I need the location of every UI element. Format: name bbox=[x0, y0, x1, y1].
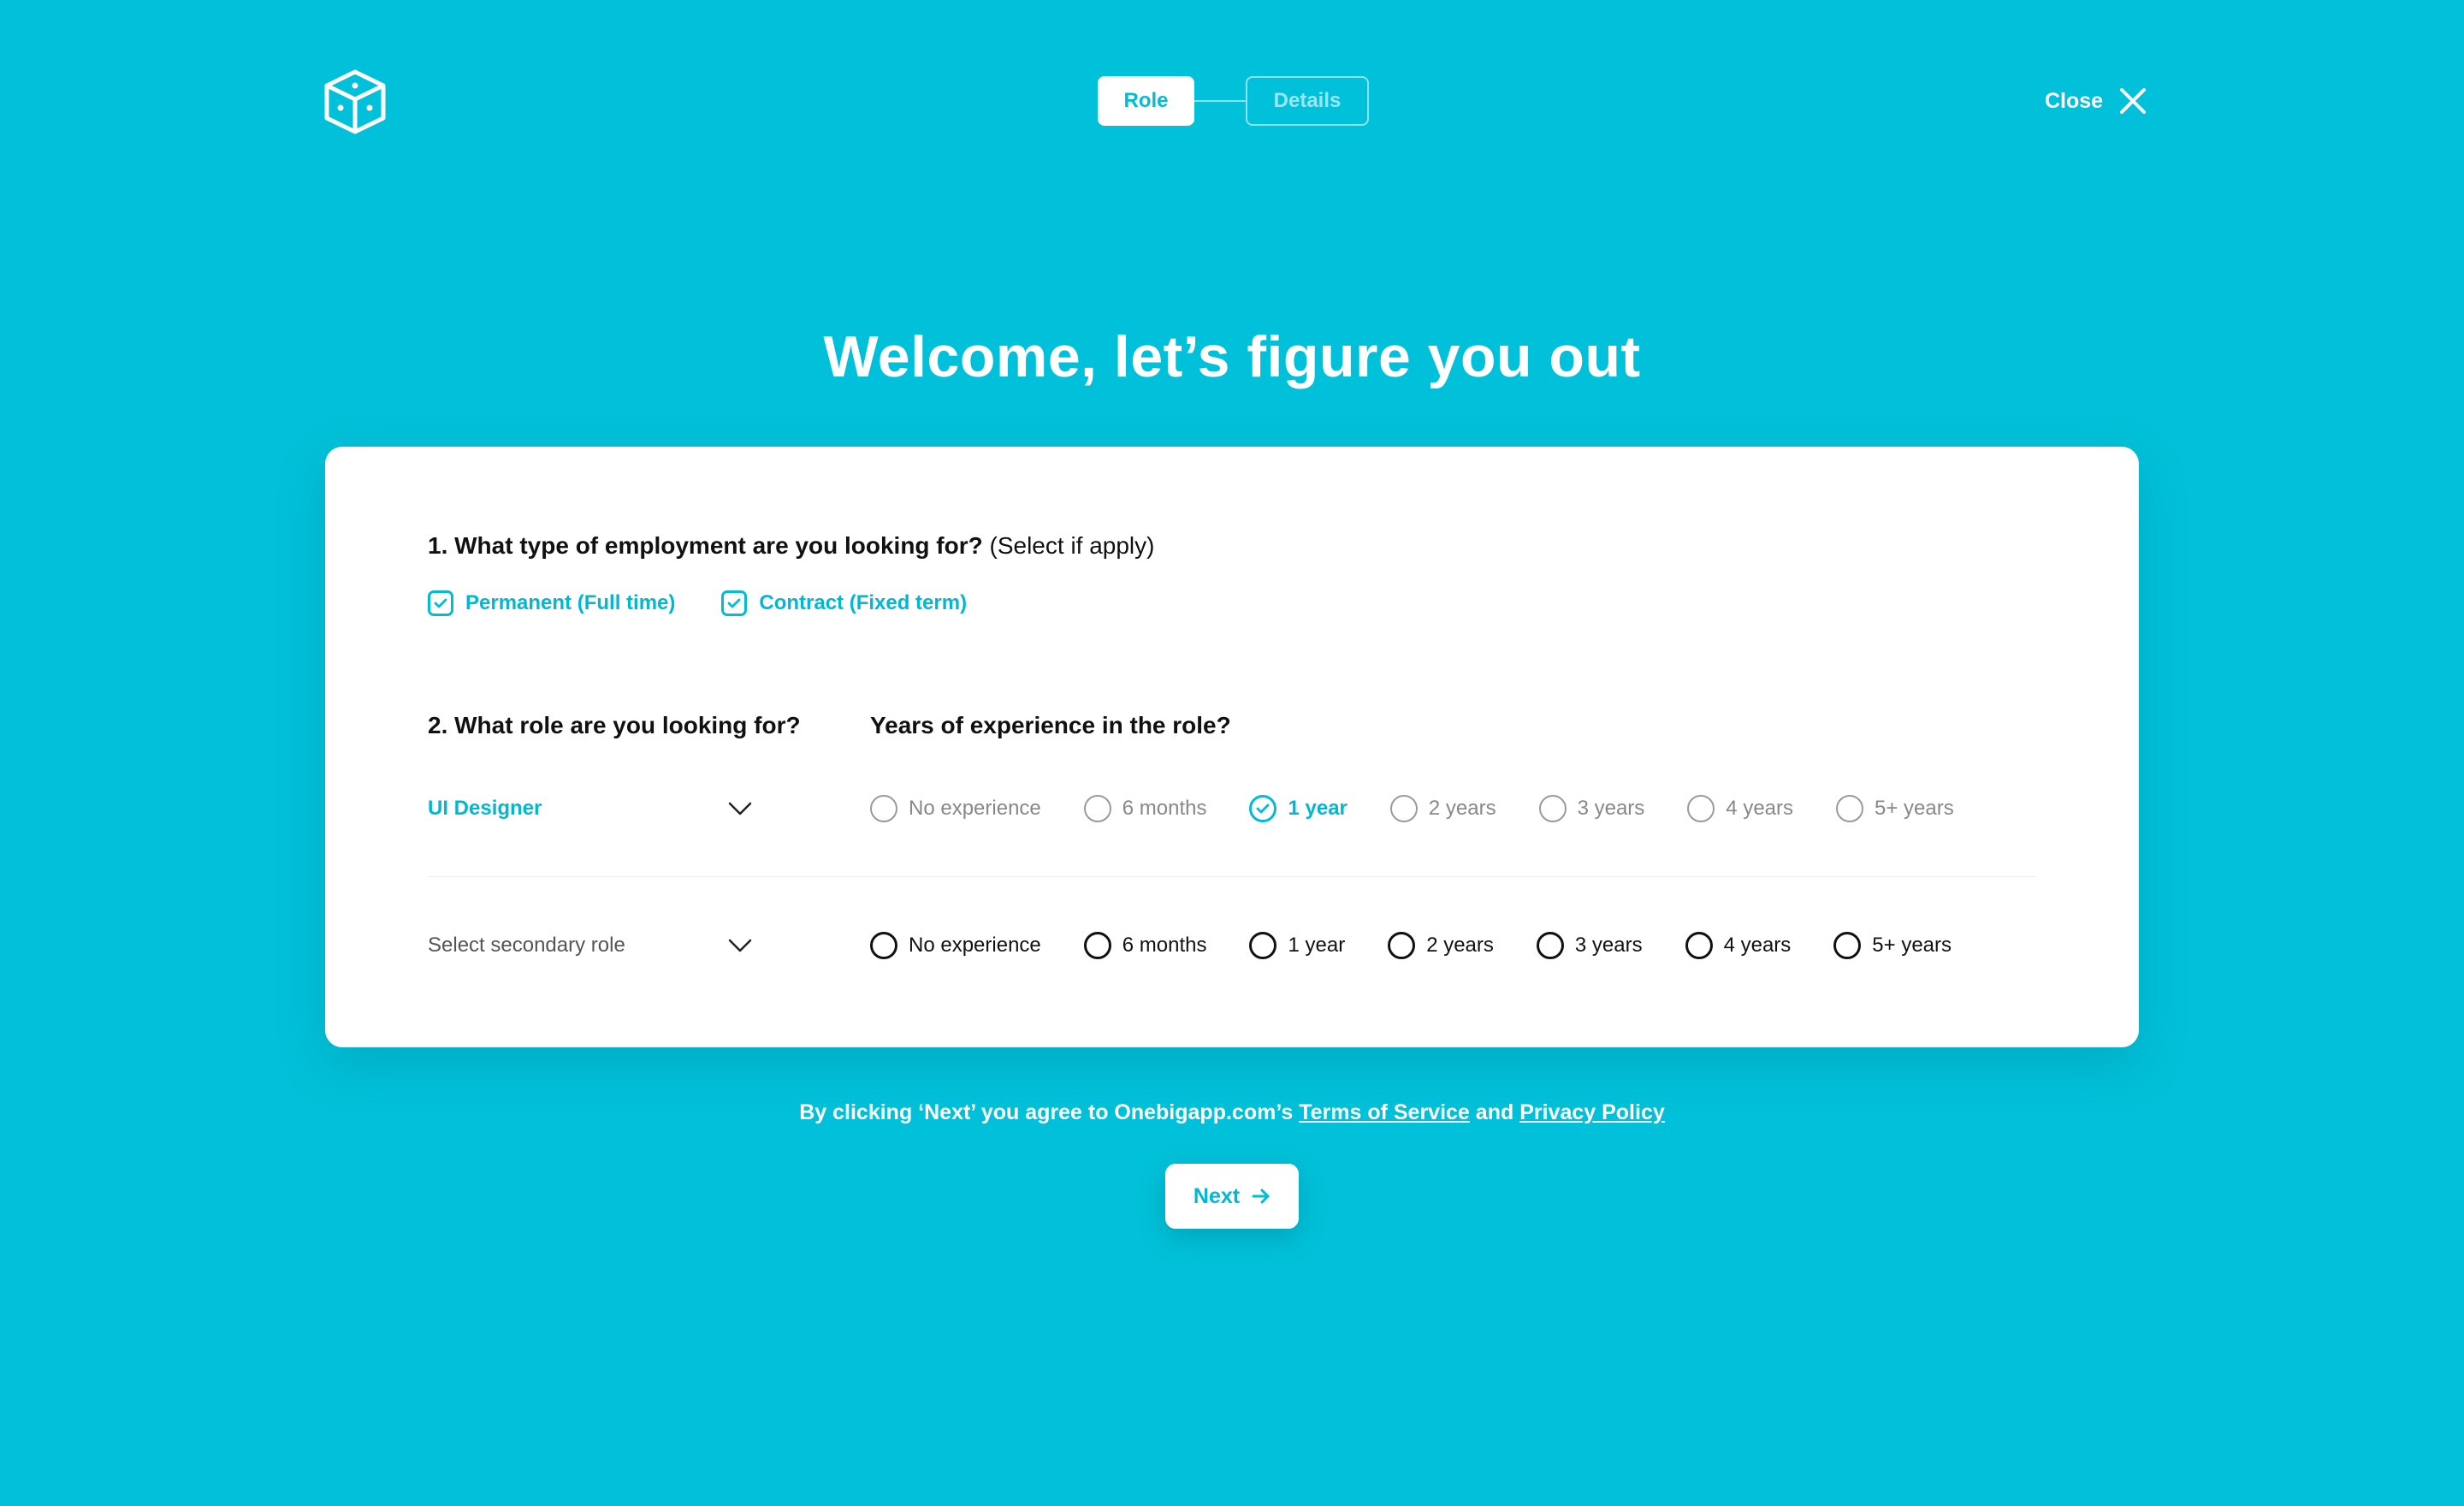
next-button-label: Next bbox=[1193, 1183, 1241, 1208]
secondary-experience-options: No experience 6 months 1 year 2 years 3 … bbox=[870, 924, 1952, 967]
step-role-label: Role bbox=[1123, 89, 1169, 112]
chevron-down-icon bbox=[728, 802, 752, 815]
checkbox-permanent[interactable]: Permanent (Full time) bbox=[428, 590, 675, 616]
primary-radio-5-plus-years[interactable]: 5+ years bbox=[1836, 795, 1954, 822]
radio-circle[interactable] bbox=[1389, 795, 1418, 822]
secondary-radio-1-year[interactable]: 1 year bbox=[1249, 932, 1345, 959]
radio-label: 4 years bbox=[1723, 934, 1792, 957]
checkbox-checked-icon[interactable] bbox=[428, 590, 453, 616]
primary-radio-no-experience[interactable]: No experience bbox=[870, 795, 1041, 822]
check-icon bbox=[1257, 803, 1270, 814]
page-title: Welcome, let’s figure you out bbox=[823, 324, 1641, 389]
secondary-radio-6-months[interactable]: 6 months bbox=[1083, 932, 1207, 959]
radio-circle[interactable] bbox=[1687, 795, 1715, 822]
question-employment-hint: (Select if apply) bbox=[989, 532, 1155, 559]
primary-radio-4-years[interactable]: 4 years bbox=[1687, 795, 1793, 822]
secondary-radio-5-plus-years[interactable]: 5+ years bbox=[1833, 932, 1952, 959]
terms-prefix: By clicking ‘Next’ you agree to Onebigap… bbox=[799, 1100, 1294, 1124]
employment-type-options: Permanent (Full time) Contract (Fixed te… bbox=[428, 590, 967, 616]
radio-label: 1 year bbox=[1288, 797, 1348, 820]
radio-circle[interactable] bbox=[1685, 932, 1713, 959]
radio-label: 5+ years bbox=[1872, 934, 1952, 957]
terms-of-service-link[interactable]: Terms of Service bbox=[1299, 1100, 1470, 1124]
radio-circle[interactable] bbox=[1836, 795, 1863, 822]
radio-label: 6 months bbox=[1122, 797, 1207, 820]
question-experience-title: Years of experience in the role? bbox=[870, 712, 1231, 738]
primary-radio-1-year[interactable]: 1 year bbox=[1249, 795, 1348, 822]
radio-circle[interactable] bbox=[1538, 795, 1567, 822]
radio-circle[interactable] bbox=[1083, 932, 1111, 959]
secondary-radio-no-experience[interactable]: No experience bbox=[870, 932, 1041, 959]
radio-circle[interactable] bbox=[870, 932, 897, 959]
check-icon bbox=[727, 598, 741, 608]
divider bbox=[428, 876, 2036, 877]
radio-circle[interactable] bbox=[1083, 795, 1111, 822]
secondary-role-dropdown[interactable]: Select secondary role bbox=[428, 924, 753, 967]
step-connector bbox=[1194, 100, 1246, 102]
close-icon bbox=[2120, 88, 2147, 114]
radio-label: No experience bbox=[909, 797, 1041, 820]
radio-label: 2 years bbox=[1426, 934, 1494, 957]
primary-role-dropdown[interactable]: UI Designer bbox=[428, 787, 753, 830]
secondary-radio-3-years[interactable]: 3 years bbox=[1536, 932, 1643, 959]
radio-label: 2 years bbox=[1428, 797, 1496, 820]
radio-circle-selected[interactable] bbox=[1249, 795, 1277, 822]
radio-circle[interactable] bbox=[1249, 932, 1277, 959]
step-details-label: Details bbox=[1273, 89, 1342, 112]
checkbox-checked-icon[interactable] bbox=[721, 590, 748, 616]
close-label: Close bbox=[2045, 88, 2104, 113]
question-role-title: 2. What role are you looking for? bbox=[428, 712, 801, 738]
close-button[interactable]: Close bbox=[2045, 82, 2147, 120]
radio-circle[interactable] bbox=[1388, 932, 1416, 959]
step-details[interactable]: Details bbox=[1246, 76, 1369, 126]
privacy-policy-link[interactable]: Privacy Policy bbox=[1519, 1100, 1665, 1124]
checkbox-contract-label: Contract (Fixed term) bbox=[759, 591, 968, 614]
terms-notice: By clicking ‘Next’ you agree to Onebigap… bbox=[0, 1100, 2464, 1125]
secondary-radio-4-years[interactable]: 4 years bbox=[1685, 932, 1792, 959]
radio-label: 5+ years bbox=[1875, 797, 1954, 820]
primary-radio-6-months[interactable]: 6 months bbox=[1083, 795, 1207, 822]
radio-label: 1 year bbox=[1288, 934, 1346, 957]
terms-and: and bbox=[1475, 1100, 1514, 1124]
logo-cube-icon[interactable] bbox=[322, 68, 388, 135]
primary-radio-3-years[interactable]: 3 years bbox=[1538, 795, 1645, 822]
primary-radio-2-years[interactable]: 2 years bbox=[1389, 795, 1496, 822]
radio-label: 3 years bbox=[1577, 797, 1645, 820]
question-employment-type: 1. What type of employment are you looki… bbox=[428, 532, 1154, 560]
chevron-down-icon bbox=[728, 939, 752, 952]
radio-label: 3 years bbox=[1574, 934, 1643, 957]
checkbox-permanent-label: Permanent (Full time) bbox=[465, 591, 676, 614]
radio-circle[interactable] bbox=[1536, 932, 1564, 959]
checkbox-contract[interactable]: Contract (Fixed term) bbox=[721, 590, 967, 616]
step-role[interactable]: Role bbox=[1098, 76, 1194, 126]
radio-circle[interactable] bbox=[1833, 932, 1862, 959]
primary-experience-options: No experience 6 months 1 year 2 years 3 … bbox=[870, 787, 1954, 830]
progress-stepper: Role Details bbox=[1098, 74, 1369, 127]
question-employment-title: 1. What type of employment are you looki… bbox=[428, 532, 983, 559]
radio-label: No experience bbox=[909, 934, 1041, 957]
primary-role-value: UI Designer bbox=[428, 797, 542, 820]
next-button[interactable]: Next bbox=[1165, 1164, 1299, 1229]
arrow-right-icon bbox=[1252, 1189, 1270, 1204]
radio-label: 6 months bbox=[1122, 934, 1207, 957]
form-card: 1. What type of employment are you looki… bbox=[325, 447, 2139, 1047]
radio-circle[interactable] bbox=[870, 795, 897, 822]
secondary-radio-2-years[interactable]: 2 years bbox=[1388, 932, 1494, 959]
check-icon bbox=[434, 598, 447, 608]
radio-label: 4 years bbox=[1726, 797, 1793, 820]
secondary-role-placeholder: Select secondary role bbox=[428, 934, 625, 957]
